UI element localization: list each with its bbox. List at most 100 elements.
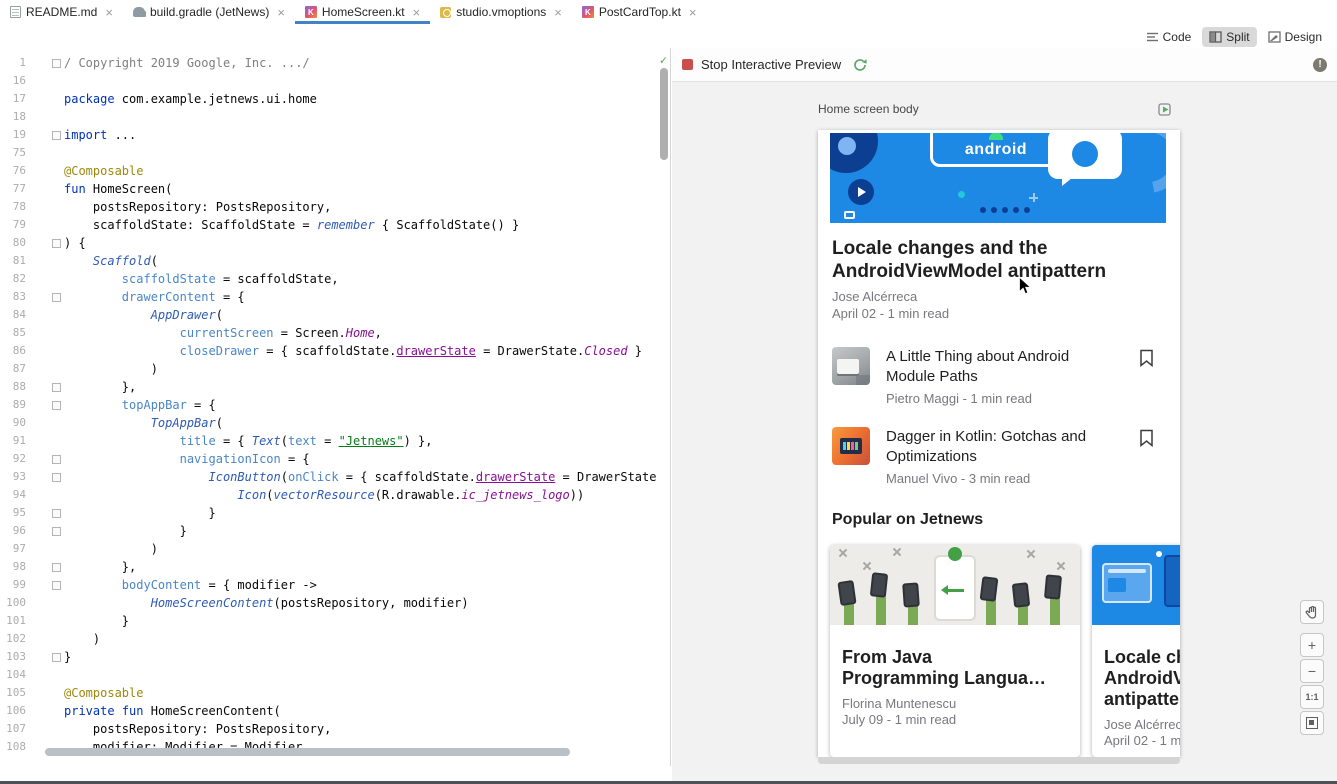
code-line: 103} <box>0 648 657 666</box>
code-line: 104 <box>0 666 657 684</box>
close-tab-icon[interactable]: × <box>277 6 285 19</box>
post-title: A Little Thing about Android Module Path… <box>886 347 1129 387</box>
card-title: From Java Programming Langua… <box>842 647 1068 689</box>
inspection-ok-icon: ✓ <box>660 53 667 67</box>
hero-play-icon <box>848 179 874 205</box>
split-view-label: Split <box>1226 30 1249 44</box>
bookmark-icon[interactable] <box>1139 429 1154 447</box>
code-line: 107 postsRepository: PostsRepository, <box>0 720 657 738</box>
close-tab-icon[interactable]: × <box>105 6 113 19</box>
pan-tool-button[interactable] <box>1300 600 1324 624</box>
bookmark-icon[interactable] <box>1139 349 1154 367</box>
stop-icon <box>682 59 693 70</box>
code-line: 98 }, <box>0 558 657 576</box>
deploy-preview-icon[interactable] <box>1158 103 1172 116</box>
code-line: 95 } <box>0 504 657 522</box>
zoom-out-button[interactable]: − <box>1300 659 1324 683</box>
card-image <box>830 545 1080 625</box>
hero-plus-glyph <box>1029 193 1038 202</box>
card-author: Florina Muntenescu <box>842 696 1068 711</box>
code-line: 105@Composable <box>0 684 657 702</box>
fit-to-screen-icon <box>1306 717 1318 729</box>
android-studio-window: README.md × build.gradle (JetNews) × K H… <box>0 0 1337 784</box>
list-item[interactable]: A Little Thing about Android Module Path… <box>818 347 1180 406</box>
markdown-file-icon <box>10 6 21 18</box>
popular-post-card[interactable]: Locale changes and the AndroidViewModel … <box>1092 545 1180 757</box>
code-line: 88 }, <box>0 378 657 396</box>
featured-post-meta: April 02 - 1 min read <box>832 306 1166 321</box>
code-line: 93 IconButton(onClick = { scaffoldState.… <box>0 468 657 486</box>
code-line: 80) { <box>0 234 657 252</box>
preview-label-row: Home screen body <box>818 102 1180 116</box>
tab-postcardtop-kt[interactable]: K PostCardTop.kt × <box>572 0 707 24</box>
code-line: 91 title = { Text(text = "Jetnews") }, <box>0 432 657 450</box>
code-line: 84 AppDrawer( <box>0 306 657 324</box>
post-title: Dagger in Kotlin: Gotchas and Optimizati… <box>886 427 1129 467</box>
zoom-in-button[interactable]: + <box>1300 633 1324 657</box>
stop-interactive-preview-button[interactable]: Stop Interactive Preview <box>701 57 841 72</box>
tab-studio-vmoptions[interactable]: studio.vmoptions × <box>430 0 572 24</box>
design-view-icon <box>1268 31 1281 43</box>
split-view-button[interactable]: Split <box>1202 27 1256 47</box>
code-line: 85 currentScreen = Screen.Home, <box>0 324 657 342</box>
code-line: 92 navigationIcon = { <box>0 450 657 468</box>
code-line: 76@Composable <box>0 162 657 180</box>
code-editor[interactable]: 1/ Copyright 2019 Google, Inc. .../1617p… <box>0 48 671 766</box>
code-line: 83 drawerContent = { <box>0 288 657 306</box>
refresh-icon[interactable] <box>853 58 867 72</box>
gradle-file-icon <box>133 7 145 17</box>
card-title: Locale changes and the AndroidViewModel … <box>1104 647 1180 710</box>
code-line: 82 scaffoldState = scaffoldState, <box>0 270 657 288</box>
code-line: 97 ) <box>0 540 657 558</box>
post-thumbnail <box>832 347 870 385</box>
close-tab-icon[interactable]: × <box>689 6 697 19</box>
jetnews-app-preview[interactable]: android Locale changes and the AndroidVi… <box>818 130 1180 757</box>
code-view-icon <box>1146 31 1159 43</box>
tab-build-gradle[interactable]: build.gradle (JetNews) × <box>123 0 295 24</box>
popular-post-card[interactable]: From Java Programming Langua… Florina Mu… <box>830 545 1080 757</box>
tab-readme-md[interactable]: README.md × <box>0 0 123 24</box>
card-author: Jose Alcérreca <box>1104 717 1180 732</box>
split-view-icon <box>1209 31 1222 43</box>
code-line: 94 Icon(vectorResource(R.drawable.ic_jet… <box>0 486 657 504</box>
zoom-1-1-button[interactable]: 1:1 <box>1300 685 1324 709</box>
kotlin-file-icon: K <box>305 6 317 18</box>
close-tab-icon[interactable]: × <box>413 6 421 19</box>
code-line: 96 } <box>0 522 657 540</box>
code-line: 78 postsRepository: PostsRepository, <box>0 198 657 216</box>
card-meta: July 09 - 1 min read <box>842 712 1068 727</box>
code-line: 77fun HomeScreen( <box>0 180 657 198</box>
tab-label: README.md <box>26 5 97 19</box>
featured-post-image[interactable]: android <box>830 133 1166 223</box>
hero-android-wordmark: android <box>965 142 1027 158</box>
featured-post-author: Jose Alcérreca <box>832 289 1166 304</box>
code-view-button[interactable]: Code <box>1139 27 1199 47</box>
editor-horizontal-scrollbar[interactable] <box>45 748 570 756</box>
design-view-button[interactable]: Design <box>1261 27 1329 47</box>
preview-canvas: Home screen body android <box>672 82 1337 766</box>
close-tab-icon[interactable]: × <box>554 6 562 19</box>
code-line: 90 TopAppBar( <box>0 414 657 432</box>
hero-camera-glyph <box>844 211 855 219</box>
preview-horizontal-scrollbar[interactable] <box>818 757 1180 764</box>
tab-homescreen-kt[interactable]: K HomeScreen.kt × <box>295 0 430 24</box>
editor-vertical-scrollbar[interactable] <box>660 68 668 160</box>
preview-toolbar: Stop Interactive Preview ! <box>672 48 1337 82</box>
design-view-label: Design <box>1285 30 1322 44</box>
code-line: 99 bodyContent = { modifier -> <box>0 576 657 594</box>
preview-issues-icon[interactable]: ! <box>1313 58 1327 72</box>
code-lines: 1/ Copyright 2019 Google, Inc. .../1617p… <box>0 54 657 756</box>
featured-post-title[interactable]: Locale changes and the AndroidViewModel … <box>832 237 1166 283</box>
post-list: A Little Thing about Android Module Path… <box>818 347 1180 486</box>
code-line: 101 } <box>0 612 657 630</box>
code-line: 89 topAppBar = { <box>0 396 657 414</box>
mouse-cursor <box>1018 276 1032 296</box>
zoom-fit-button[interactable] <box>1300 711 1324 735</box>
list-item[interactable]: Dagger in Kotlin: Gotchas and Optimizati… <box>818 427 1180 486</box>
code-line: 75 <box>0 144 657 162</box>
code-line: 106private fun HomeScreenContent( <box>0 702 657 720</box>
section-title: Popular on Jetnews <box>832 510 1166 529</box>
editor-tab-bar: README.md × build.gradle (JetNews) × K H… <box>0 0 1337 24</box>
preview-zoom-controls: + − 1:1 <box>1300 600 1324 737</box>
hero-tablet: android <box>930 133 1062 167</box>
